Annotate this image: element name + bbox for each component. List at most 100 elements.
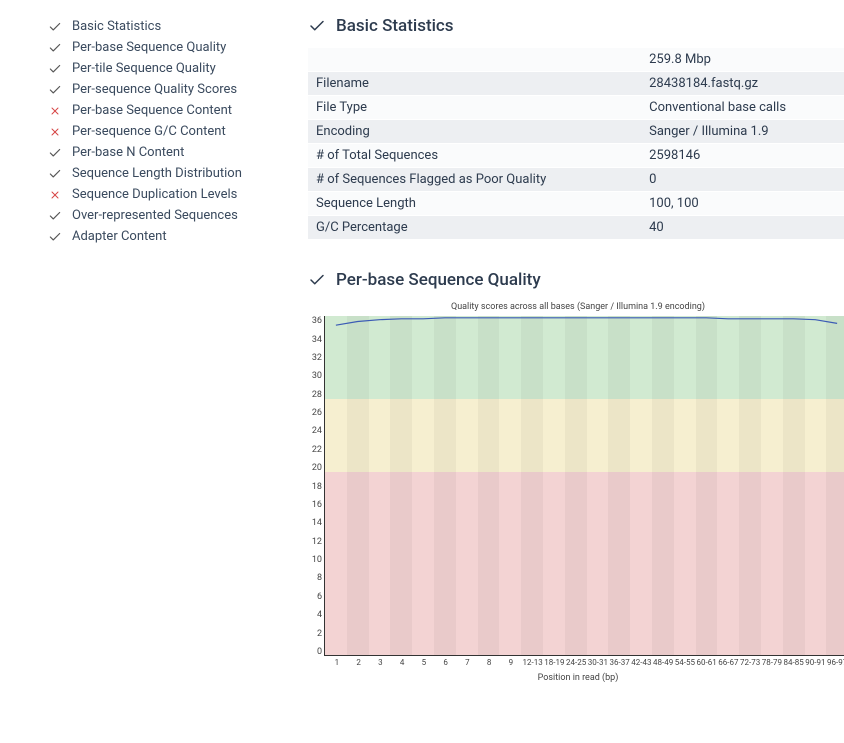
x-tick: 9 xyxy=(500,658,522,667)
stat-key: # of Sequences Flagged as Poor Quality xyxy=(308,168,641,192)
section-heading-basic-statistics: Basic Statistics xyxy=(308,16,844,36)
check-icon xyxy=(48,83,62,97)
x-tick: 6 xyxy=(435,658,457,667)
sidebar-item-label: Sequence Length Distribution xyxy=(72,166,242,181)
sidebar-item-per-base-n-content[interactable]: Per-base N Content xyxy=(48,142,268,163)
sidebar-item-label: Per-base N Content xyxy=(72,145,184,160)
chart-y-axis: 363432302826242220181614121086420 xyxy=(308,316,324,656)
table-row: # of Sequences Flagged as Poor Quality0 xyxy=(308,168,844,192)
stat-key: G/C Percentage xyxy=(308,216,641,240)
stat-value: Conventional base calls xyxy=(641,96,844,120)
x-tick: 7 xyxy=(457,658,479,667)
chart-band-good xyxy=(325,316,844,399)
stat-value: Sanger / Illumina 1.9 xyxy=(641,120,844,144)
stat-key: Sequence Length xyxy=(308,192,641,216)
x-tick: 1 xyxy=(326,658,348,667)
sidebar-item-sequence-duplication-levels[interactable]: Sequence Duplication Levels xyxy=(48,184,268,205)
x-tick: 8 xyxy=(478,658,500,667)
section-per-base-quality: Per-base Sequence Quality Quality scores… xyxy=(308,270,844,683)
section-heading-per-base-quality: Per-base Sequence Quality xyxy=(308,270,844,290)
sidebar-item-per-sequence-quality-scores[interactable]: Per-sequence Quality Scores xyxy=(48,79,268,100)
x-tick: 96-97 xyxy=(826,658,844,667)
x-tick: 24-25 xyxy=(565,658,587,667)
sidebar-item-adapter-content[interactable]: Adapter Content xyxy=(48,226,268,247)
cross-icon xyxy=(48,125,62,139)
chart-x-label: Position in read (bp) xyxy=(308,673,844,683)
x-tick: 78-79 xyxy=(761,658,783,667)
x-tick: 72-73 xyxy=(739,658,761,667)
sidebar-item-label: Over-represented Sequences xyxy=(72,208,238,223)
chart-plot-area xyxy=(324,316,844,656)
x-tick: 54-55 xyxy=(674,658,696,667)
chart-x-axis: 12345678912-1318-1924-2530-3136-3742-434… xyxy=(326,656,844,667)
cross-icon xyxy=(48,104,62,118)
check-icon xyxy=(48,20,62,34)
x-tick: 48-49 xyxy=(652,658,674,667)
x-tick: 5 xyxy=(413,658,435,667)
x-tick: 66-67 xyxy=(718,658,740,667)
sidebar-item-label: Per-base Sequence Quality xyxy=(72,40,226,55)
x-tick: 90-91 xyxy=(805,658,827,667)
chart-title: Quality scores across all bases (Sanger … xyxy=(308,302,844,312)
table-row: G/C Percentage40 xyxy=(308,216,844,240)
check-icon xyxy=(48,62,62,76)
check-icon xyxy=(48,167,62,181)
sidebar-item-sequence-length-distribution[interactable]: Sequence Length Distribution xyxy=(48,163,268,184)
x-tick: 3 xyxy=(370,658,392,667)
sidebar-item-label: Per-sequence G/C Content xyxy=(72,124,226,139)
sidebar-item-label: Sequence Duplication Levels xyxy=(72,187,237,202)
sidebar: Basic Statistics Per-base Sequence Qualit… xyxy=(48,16,268,713)
x-tick: 42-43 xyxy=(631,658,653,667)
section-title: Basic Statistics xyxy=(336,16,454,36)
section-basic-statistics: Basic Statistics 259.8 MbpFilename284381… xyxy=(308,16,844,240)
sidebar-item-over-represented-sequences[interactable]: Over-represented Sequences xyxy=(48,205,268,226)
check-icon xyxy=(308,17,326,35)
stat-key: Filename xyxy=(308,72,641,96)
x-tick: 12-13 xyxy=(522,658,544,667)
table-row: Sequence Length100, 100 xyxy=(308,192,844,216)
table-row: 259.8 Mbp xyxy=(308,48,844,72)
stat-value: 0 xyxy=(641,168,844,192)
stat-key: Encoding xyxy=(308,120,641,144)
x-tick: 84-85 xyxy=(783,658,805,667)
check-icon xyxy=(308,271,326,289)
x-tick: 4 xyxy=(391,658,413,667)
sidebar-item-per-tile-sequence-quality[interactable]: Per-tile Sequence Quality xyxy=(48,58,268,79)
stat-value: 100, 100 xyxy=(641,192,844,216)
basic-statistics-table: 259.8 MbpFilename28438184.fastq.gzFile T… xyxy=(308,48,844,240)
cross-icon xyxy=(48,188,62,202)
stat-key xyxy=(308,48,641,72)
stat-value: 259.8 Mbp xyxy=(641,48,844,72)
main-content: Basic Statistics 259.8 MbpFilename284381… xyxy=(308,16,844,713)
sidebar-item-per-base-sequence-content[interactable]: Per-base Sequence Content xyxy=(48,100,268,121)
check-icon xyxy=(48,146,62,160)
chart-band-ok xyxy=(325,399,844,473)
sidebar-item-per-sequence-g-c-content[interactable]: Per-sequence G/C Content xyxy=(48,121,268,142)
stat-value: 28438184.fastq.gz xyxy=(641,72,844,96)
check-icon xyxy=(48,209,62,223)
table-row: EncodingSanger / Illumina 1.9 xyxy=(308,120,844,144)
quality-chart: Quality scores across all bases (Sanger … xyxy=(308,302,844,683)
section-title: Per-base Sequence Quality xyxy=(336,270,541,290)
sidebar-item-per-base-sequence-quality[interactable]: Per-base Sequence Quality xyxy=(48,37,268,58)
table-row: Filename28438184.fastq.gz xyxy=(308,72,844,96)
check-icon xyxy=(48,41,62,55)
sidebar-item-label: Per-tile Sequence Quality xyxy=(72,61,216,76)
check-icon xyxy=(48,230,62,244)
x-tick: 36-37 xyxy=(609,658,631,667)
sidebar-item-basic-statistics[interactable]: Basic Statistics xyxy=(48,16,268,37)
sidebar-item-label: Per-base Sequence Content xyxy=(72,103,232,118)
table-row: # of Total Sequences2598146 xyxy=(308,144,844,168)
chart-band-poor xyxy=(325,472,844,656)
sidebar-item-label: Basic Statistics xyxy=(72,19,161,34)
x-tick: 30-31 xyxy=(587,658,609,667)
sidebar-item-label: Per-sequence Quality Scores xyxy=(72,82,237,97)
x-tick: 2 xyxy=(348,658,370,667)
sidebar-item-label: Adapter Content xyxy=(72,229,167,244)
stat-key: File Type xyxy=(308,96,641,120)
stat-key: # of Total Sequences xyxy=(308,144,641,168)
table-row: File TypeConventional base calls xyxy=(308,96,844,120)
x-tick: 18-19 xyxy=(544,658,566,667)
stat-value: 40 xyxy=(641,216,844,240)
stat-value: 2598146 xyxy=(641,144,844,168)
